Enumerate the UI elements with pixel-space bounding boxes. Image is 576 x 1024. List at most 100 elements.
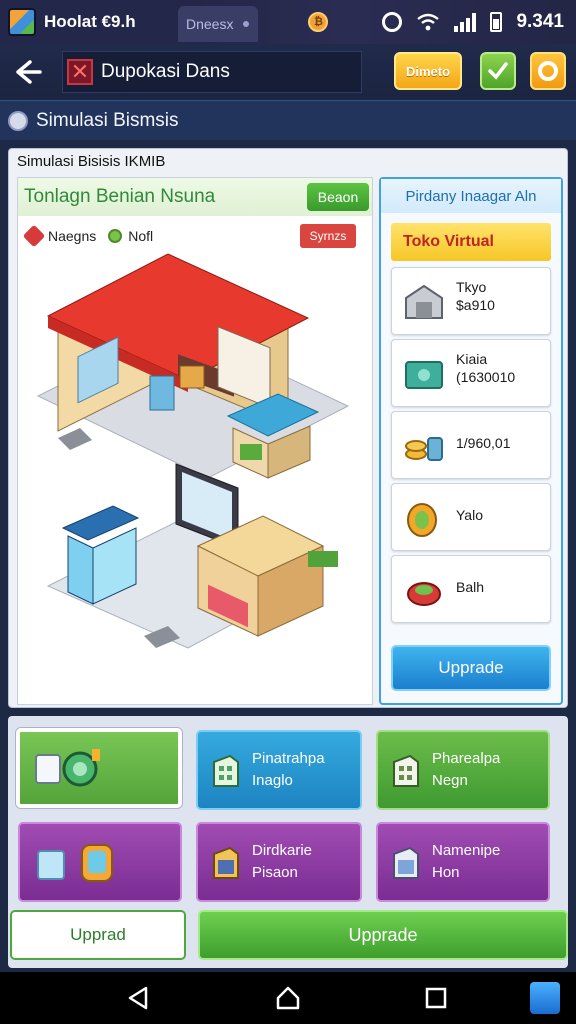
glass-device-icon bbox=[37, 844, 113, 882]
shop-icon bbox=[213, 846, 239, 879]
side-upgrade-button[interactable]: Upprade bbox=[391, 645, 551, 691]
tile-line1: Pharealpa bbox=[432, 750, 501, 767]
tile-line1: Pinatrahpa bbox=[252, 750, 325, 767]
close-icon[interactable]: ✕ bbox=[67, 59, 93, 85]
tile-text: Dirdkarie Pisaon bbox=[252, 840, 312, 884]
main-panel: Simulasi Bisisis IKMIB Tonlagn Benian Ns… bbox=[8, 148, 568, 708]
app-tab-label: Hoolat €9.h bbox=[44, 12, 136, 31]
coin-icon: ₿ bbox=[308, 12, 329, 32]
back-button[interactable] bbox=[6, 50, 50, 94]
section-bar: Simulasi Bismsis bbox=[0, 100, 576, 140]
resource-card[interactable]: Tkyo $a910 bbox=[391, 267, 551, 335]
ring-icon bbox=[382, 12, 403, 32]
scene-box[interactable]: Tonlagn Benian Nsuna Beaon Naegns Nofl S… bbox=[17, 177, 373, 705]
nav-recent-icon[interactable] bbox=[422, 984, 450, 1012]
card-text: Balh bbox=[456, 578, 484, 596]
resource-card[interactable]: Balh bbox=[391, 555, 551, 623]
system-nav-bar bbox=[0, 972, 576, 1024]
app-cube-icon bbox=[8, 8, 36, 36]
wifi-icon bbox=[417, 13, 440, 31]
coins-icon bbox=[405, 437, 443, 461]
settings-button[interactable] bbox=[530, 52, 566, 90]
toko-virtual-label: Toko Virtual bbox=[403, 233, 494, 250]
dimeto-button[interactable]: Dimeto bbox=[394, 52, 462, 90]
card-text: Yalo bbox=[456, 506, 483, 524]
card-text: 1/960,01 bbox=[456, 434, 511, 452]
isometric-shop-scene[interactable] bbox=[18, 216, 372, 704]
card-line2: (1630010 bbox=[456, 369, 516, 385]
cash-icon bbox=[405, 361, 443, 389]
food-icon bbox=[407, 582, 441, 606]
tile-line1: Dirdkarie bbox=[252, 842, 313, 859]
crate bbox=[179, 365, 205, 389]
side-upgrade-label: Upprade bbox=[438, 658, 504, 677]
tile-pinatrahpa[interactable]: Pinatrahpa Inaglo bbox=[196, 730, 362, 810]
tile-text: Pinatrahpa Inaglo bbox=[252, 748, 325, 792]
card-text: Tkyo $a910 bbox=[456, 278, 495, 314]
scene-title: Tonlagn Benian Nsuna bbox=[24, 186, 216, 207]
tag-marker bbox=[58, 428, 92, 450]
upgrade-outline-label: Upprad bbox=[70, 925, 126, 944]
card-text: Kiaia (1630010 bbox=[456, 350, 515, 386]
title-box: ✕ Dupokasi Dans bbox=[62, 51, 362, 93]
scene-header: Tonlagn Benian Nsuna Beaon bbox=[18, 178, 372, 216]
store-icon bbox=[393, 846, 419, 879]
tile-glass-device[interactable] bbox=[18, 822, 182, 902]
panel-title: Simulasi Bisisis IKMIB bbox=[17, 153, 166, 170]
card-line1: 1/960,01 bbox=[456, 435, 511, 451]
status-bar: Hoolat €9.h Dneesx ₿ 9.341 bbox=[0, 0, 576, 44]
building-icon bbox=[213, 754, 239, 787]
card-line2: $a910 bbox=[456, 297, 495, 313]
nav-back-icon[interactable] bbox=[124, 984, 152, 1012]
dimeto-button-label: Dimeto bbox=[405, 63, 451, 79]
globe-icon bbox=[8, 110, 28, 131]
resource-card[interactable]: Yalo bbox=[391, 483, 551, 551]
tile-text: Pharealpa Negn bbox=[432, 748, 500, 792]
back-arrow-icon bbox=[16, 60, 42, 84]
tab-dot-icon bbox=[243, 21, 250, 27]
machine bbox=[149, 375, 175, 411]
upgrade-main-label: Upprade bbox=[348, 924, 418, 945]
tile-line2: Negn bbox=[432, 772, 468, 789]
second-tab[interactable]: Dneesx bbox=[178, 6, 258, 42]
warehouse-icon bbox=[405, 284, 443, 319]
toko-virtual-tag[interactable]: Toko Virtual bbox=[391, 223, 551, 261]
signal-icon bbox=[454, 12, 477, 32]
tile-text: Namenipe Hon bbox=[432, 840, 500, 884]
scene-action-button[interactable]: Beaon bbox=[307, 183, 369, 211]
scene-action-label: Beaon bbox=[317, 189, 359, 205]
ring-coin-icon bbox=[407, 503, 437, 537]
upgrade-main-button[interactable]: Upprade bbox=[198, 910, 568, 960]
side-panel: Pirdany Inaagar Aln Toko Virtual Tkyo $a… bbox=[379, 177, 563, 705]
second-tab-label: Dneesx bbox=[186, 16, 234, 32]
app-tab[interactable]: Hoolat €9.h bbox=[0, 0, 178, 44]
download-button[interactable] bbox=[480, 52, 516, 90]
section-title: Simulasi Bismsis bbox=[36, 109, 179, 131]
resource-card[interactable]: 1/960,01 bbox=[391, 411, 551, 479]
app-title: Dupokasi Dans bbox=[101, 61, 230, 82]
status-icons: ₿ 9.341 bbox=[308, 11, 576, 33]
card-line1: Kiaia bbox=[456, 351, 488, 367]
tile-line2: Inaglo bbox=[252, 772, 293, 789]
nav-home-icon[interactable] bbox=[274, 984, 302, 1012]
battery-icon bbox=[490, 12, 503, 32]
tile-dirdkarie[interactable]: Dirdkarie Pisaon bbox=[196, 822, 362, 902]
resource-card[interactable]: Kiaia (1630010 bbox=[391, 339, 551, 407]
check-download-icon bbox=[488, 62, 508, 80]
side-header: Pirdany Inaagar Aln bbox=[381, 179, 561, 213]
side-header-label: Pirdany Inaagar Aln bbox=[405, 187, 537, 205]
tile-cup-watch[interactable] bbox=[16, 728, 182, 808]
card-line1: Balh bbox=[456, 579, 485, 595]
app-header: ✕ Dupokasi Dans Dimeto bbox=[0, 44, 576, 100]
card-line1: Tkyo bbox=[456, 279, 487, 295]
tile-pharealpa[interactable]: Pharealpa Negn bbox=[376, 730, 550, 810]
cup-watch-icon bbox=[35, 749, 100, 787]
building-icon bbox=[393, 754, 419, 787]
card-line1: Yalo bbox=[456, 507, 483, 523]
tile-namenipe[interactable]: Namenipe Hon bbox=[376, 822, 550, 902]
coin-symbol: ₿ bbox=[313, 16, 323, 28]
tile-line1: Namenipe bbox=[432, 842, 501, 859]
upgrade-outline-button[interactable]: Upprad bbox=[10, 910, 186, 960]
pen-icon[interactable] bbox=[530, 982, 560, 1014]
clock: 9.341 bbox=[516, 11, 564, 32]
